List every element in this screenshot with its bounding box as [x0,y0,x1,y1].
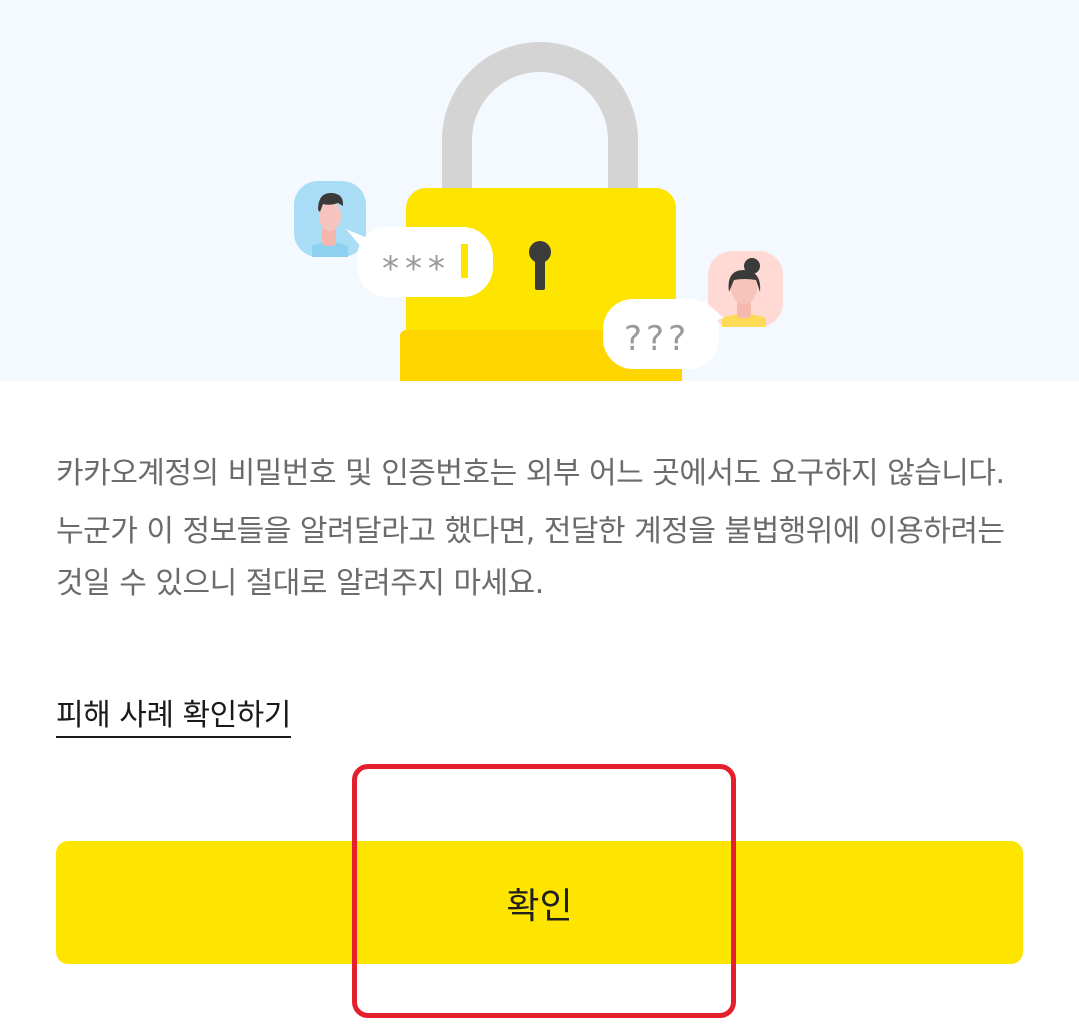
man-avatar [294,181,366,257]
confirm-button[interactable]: 확인 [56,841,1023,964]
damage-cases-link[interactable]: 피해 사례 확인하기 [56,690,291,738]
question-marks-text: ??? [624,319,690,359]
notice-paragraph-1: 카카오계정의 비밀번호 및 인증번호는 외부 어느 곳에서도 요구하지 않습니다… [56,456,1005,491]
confirm-button-label: 확인 [506,885,573,927]
notice-paragraph-2: 누군가 이 정보들을 알려달라고 했다면, 전달한 계정을 불법행위에 이용하려… [56,514,1005,601]
masked-password-text: *** [382,249,451,289]
notice-text: 카카오계정의 비밀번호 및 인증번호는 외부 어느 곳에서도 요구하지 않습니다… [56,448,1036,610]
hero-illustration: *** ??? [0,0,1079,381]
padlock-illustration: *** ??? [294,42,783,381]
lock-shackle [442,42,638,215]
